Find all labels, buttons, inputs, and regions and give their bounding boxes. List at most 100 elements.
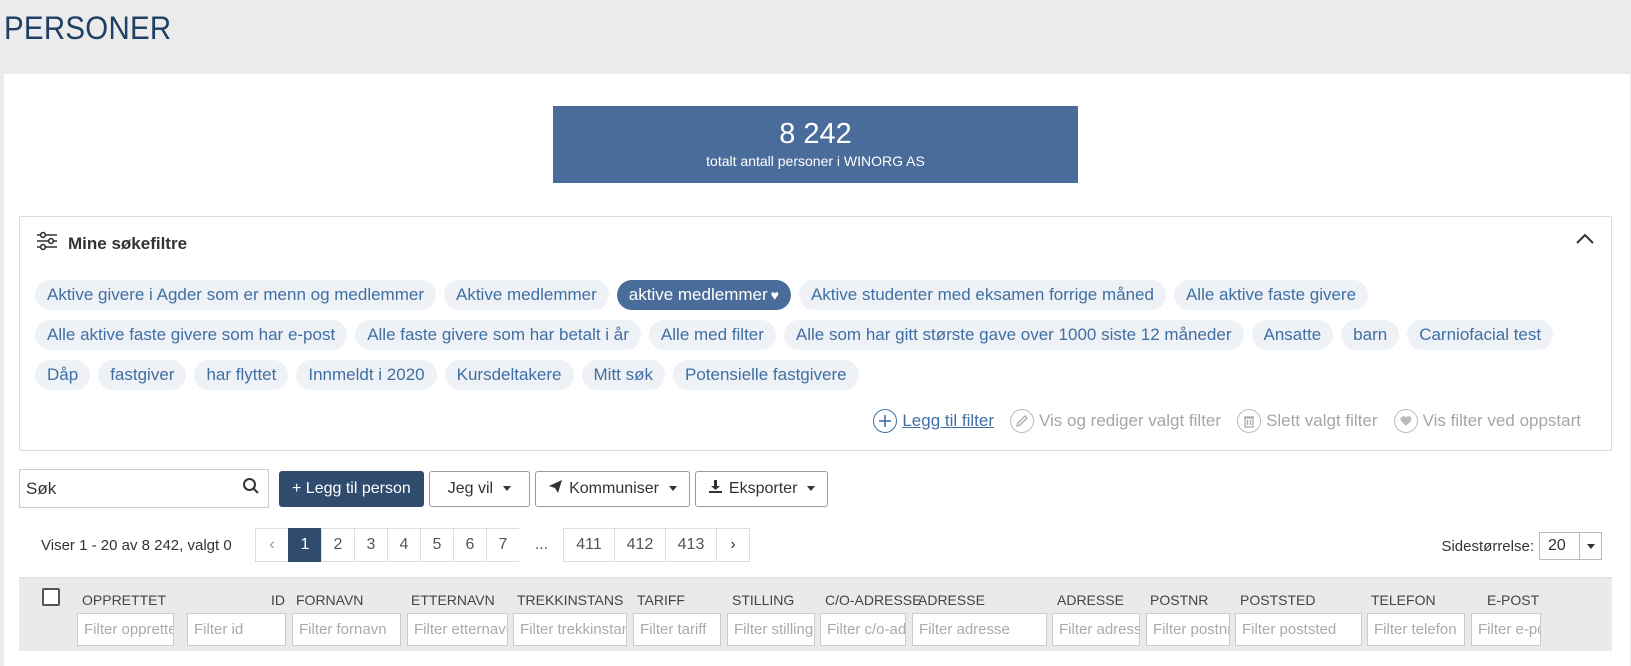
add-person-button[interactable]: + Legg til person	[279, 470, 424, 507]
jeg-vil-dropdown[interactable]: Jeg vil	[428, 470, 531, 507]
results-summary: Viser 1 - 20 av 8 242, valgt 0	[41, 537, 232, 554]
column-filter-input[interactable]: Filter adresse	[912, 613, 1047, 646]
next-page-icon[interactable]: ›	[716, 528, 750, 562]
add-filter-label: Legg til filter	[902, 411, 994, 430]
column-header[interactable]: TELEFON	[1371, 592, 1436, 608]
column-header[interactable]: ID	[271, 592, 285, 608]
eksporter-dropdown[interactable]: Eksporter	[694, 470, 829, 507]
filter-chip[interactable]: aktive medlemmer ♥	[616, 280, 791, 310]
main-panel: 8 242 totalt antall personer i WINORG AS…	[4, 74, 1630, 666]
download-icon	[708, 479, 723, 499]
filter-chip[interactable]: Alle aktive faste givere	[1173, 280, 1369, 310]
filter-chip[interactable]: Carniofacial test	[1407, 320, 1554, 350]
filter-chip-label: aktive medlemmer	[628, 285, 768, 304]
column-header[interactable]: TREKKINSTANS	[517, 592, 623, 608]
kommuniser-label: Kommuniser	[569, 479, 659, 497]
page-button[interactable]: 6	[453, 528, 487, 562]
column-filter-input[interactable]: Filter poststed	[1235, 613, 1362, 646]
column-header[interactable]: C/O-ADRESSE	[825, 592, 921, 608]
filter-chip[interactable]: fastgiver	[98, 360, 187, 390]
filter-chip[interactable]: Alle aktive faste givere som har e-post	[35, 320, 348, 350]
page-button[interactable]: 3	[354, 528, 388, 562]
page-button[interactable]: 4	[387, 528, 421, 562]
filter-chip[interactable]: har flyttet	[194, 360, 289, 390]
filter-chip[interactable]: Dåp	[35, 360, 91, 390]
filter-chip[interactable]: Alle med filter	[648, 320, 776, 350]
startup-filter-button[interactable]: Vis filter ved oppstart	[1393, 409, 1581, 433]
column-filter-input[interactable]: Filter fornavn	[292, 613, 401, 646]
column-header[interactable]: FORNAVN	[296, 592, 363, 608]
search-box	[19, 469, 269, 508]
filter-chip[interactable]: Aktive givere i Agder som er menn og med…	[35, 280, 436, 310]
collapse-filters-button[interactable]	[1573, 227, 1597, 251]
filter-chip[interactable]: Ansatte	[1251, 320, 1334, 350]
kommuniser-dropdown[interactable]: Kommuniser	[535, 470, 690, 507]
column-filter-input[interactable]: Filter e-post	[1471, 613, 1541, 646]
jeg-vil-label: Jeg vil	[447, 479, 494, 497]
pagination: ‹ 1 2 3 4 5 6 7... 411 412 413 ›	[255, 528, 750, 562]
column-filter-input[interactable]: Filter etternavn	[407, 613, 508, 646]
add-filter-button[interactable]: Legg til filter	[873, 409, 994, 433]
page-button[interactable]: 413	[665, 528, 717, 562]
saved-filters-panel: Mine søkefiltre Aktive givere i Agder so…	[19, 216, 1612, 451]
edit-filter-label: Vis og rediger valgt filter	[1039, 411, 1222, 430]
filter-chip[interactable]: Mitt søk	[581, 360, 665, 390]
edit-filter-button[interactable]: Vis og rediger valgt filter	[1010, 409, 1221, 433]
column-header[interactable]: POSTNR	[1150, 592, 1208, 608]
page-size-select[interactable]: 20	[1539, 532, 1602, 560]
filter-chip[interactable]: Innmeldt i 2020	[296, 360, 437, 390]
page-button[interactable]: 411	[563, 528, 615, 562]
prev-page-icon[interactable]: ‹	[255, 528, 289, 562]
select-all-checkbox[interactable]	[42, 588, 60, 606]
column-filter-input[interactable]: Filter telefon	[1367, 613, 1465, 646]
filter-chip[interactable]: barn	[1341, 320, 1400, 350]
column-filter-input[interactable]: Filter trekkinstans	[513, 613, 627, 646]
column-header[interactable]: POSTSTED	[1240, 592, 1315, 608]
saved-filters-header: Mine søkefiltre	[36, 231, 187, 256]
filter-chip[interactable]: Alle som har gitt største gave over 1000…	[783, 320, 1244, 350]
column-header[interactable]: OPPRETTET	[82, 592, 166, 608]
column-header[interactable]: TARIFF	[637, 592, 685, 608]
filter-chip[interactable]: Potensielle fastgivere	[673, 360, 859, 390]
filter-chip-row: Aktive givere i Agder som er menn og med…	[35, 280, 1605, 310]
filter-chip[interactable]: Alle faste givere som har betalt i år	[355, 320, 641, 350]
pencil-icon	[1010, 409, 1034, 433]
page-button[interactable]: 5	[420, 528, 454, 562]
startup-filter-label: Vis filter ved oppstart	[1422, 411, 1581, 430]
filter-chip-label: Alle aktive faste givere	[1185, 285, 1357, 304]
page-button[interactable]: 412	[614, 528, 666, 562]
toolbar: + Legg til person Jeg vil Kommuniser Eks…	[19, 469, 829, 508]
column-filter-input[interactable]: Filter tariff	[633, 613, 721, 646]
column-filter-input[interactable]: Filter postnr	[1146, 613, 1230, 646]
filter-chip-label: Mitt søk	[593, 365, 654, 384]
column-header[interactable]: ADRESSE	[918, 592, 985, 608]
filter-chip-label: Alle aktive faste givere som har e-post	[47, 325, 336, 344]
filter-chip-label: Innmeldt i 2020	[308, 365, 425, 384]
column-header[interactable]: ETTERNAVN	[411, 592, 495, 608]
column-filter-input[interactable]: Filter stilling	[727, 613, 815, 646]
column-filter-input[interactable]: Filter adresse	[1052, 613, 1140, 646]
page-button[interactable]: 7	[486, 528, 520, 562]
column-header[interactable]: E-POST	[1487, 592, 1539, 608]
filter-chip-label: Alle som har gitt største gave over 1000…	[795, 325, 1232, 344]
total-persons-box: 8 242 totalt antall personer i WINORG AS	[553, 106, 1078, 183]
page-size-value: 20	[1548, 537, 1566, 554]
column-filter-input[interactable]: Filter id	[187, 613, 286, 646]
caret-down-icon	[668, 486, 677, 491]
filter-chip[interactable]: Aktive studenter med eksamen forrige mån…	[798, 280, 1166, 310]
page-button[interactable]: 1	[288, 528, 322, 562]
filter-chip[interactable]: Aktive medlemmer	[444, 280, 609, 310]
delete-filter-button[interactable]: Slett valgt filter	[1237, 409, 1378, 433]
eksporter-label: Eksporter	[728, 479, 798, 497]
page-button[interactable]: 2	[321, 528, 355, 562]
search-input[interactable]	[26, 478, 216, 499]
column-header[interactable]: ADRESSE	[1057, 592, 1124, 608]
filter-chip[interactable]: Kursdeltakere	[444, 360, 574, 390]
filter-chip-label: Ansatte	[1263, 325, 1322, 344]
column-filter-input[interactable]: Filter c/o-adresse	[820, 613, 906, 646]
column-header[interactable]: STILLING	[732, 592, 794, 608]
column-filter-input[interactable]: Filter opprettet	[77, 613, 174, 646]
search-icon[interactable]	[242, 477, 260, 500]
filter-chip-row: Alle aktive faste givere som har e-post A…	[35, 320, 1605, 350]
plus-icon	[873, 409, 898, 433]
